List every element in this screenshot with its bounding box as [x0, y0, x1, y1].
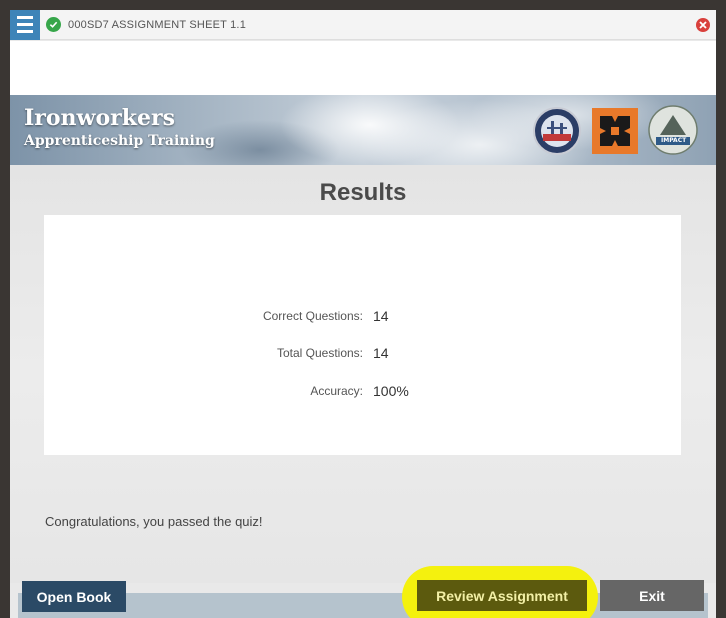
close-circle-icon[interactable]	[696, 18, 710, 32]
brand-subtitle: Apprenticeship Training	[24, 133, 215, 149]
result-message: Congratulations, you passed the quiz!	[45, 514, 263, 529]
app-window: 000SD7 ASSIGNMENT SHEET 1.1 Ironworkers …	[10, 10, 716, 618]
title-bar: 000SD7 ASSIGNMENT SHEET 1.1	[10, 10, 716, 40]
review-assignment-button[interactable]: Review Assignment	[417, 580, 587, 611]
impact-logo	[648, 105, 698, 155]
stat-label: Correct Questions:	[262, 309, 363, 323]
stat-value: 14	[373, 308, 389, 324]
window-title: 000SD7 ASSIGNMENT SHEET 1.1	[68, 18, 247, 31]
header-banner: Ironworkers Apprenticeship Training IMPA…	[10, 95, 716, 165]
check-circle-icon	[46, 17, 61, 32]
brand-title: Ironworkers	[24, 105, 175, 131]
impact-logo-text: IMPACT	[661, 137, 687, 144]
page-title: Results	[319, 179, 407, 206]
open-book-button[interactable]: Open Book	[22, 581, 126, 612]
exit-button[interactable]: Exit	[600, 580, 704, 611]
menu-icon[interactable]	[10, 10, 40, 40]
iron-knot-logo	[592, 108, 638, 154]
spacer	[10, 41, 716, 95]
stat-label: Accuracy:	[310, 384, 363, 398]
stat-value: 100%	[373, 383, 409, 399]
union-seal-logo	[533, 107, 581, 155]
results-panel: Correct Questions: 14 Total Questions: 1…	[44, 215, 681, 455]
stat-value: 14	[373, 345, 389, 361]
results-content: Results Correct Questions: 14 Total Ques…	[10, 165, 716, 583]
stat-label: Total Questions:	[276, 346, 363, 360]
